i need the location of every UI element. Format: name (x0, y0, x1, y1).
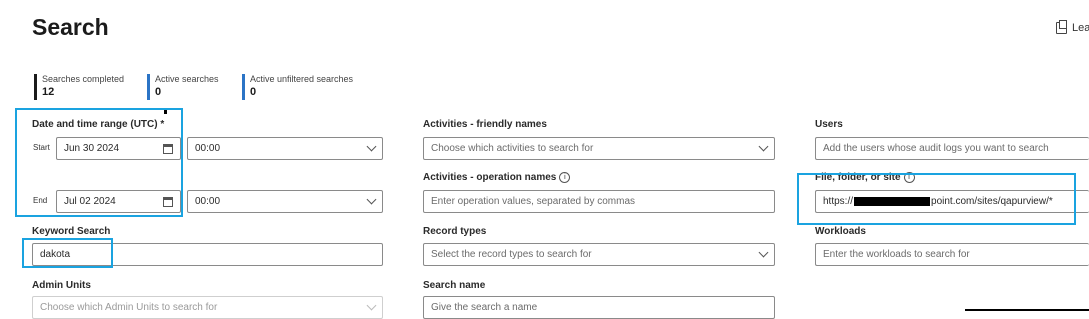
chevron-down-icon (366, 141, 377, 152)
record-types-select[interactable]: Select the record types to search for (423, 243, 775, 266)
end-time-value: 00:00 (195, 196, 221, 207)
stat-searches-completed: Searches completed 12 (34, 74, 124, 100)
activities-operation-label: Activities - operation names i (423, 172, 571, 184)
users-input[interactable]: Add the users whose audit logs you want … (815, 137, 1089, 160)
document-icon (1056, 20, 1067, 34)
stat-value: 0 (155, 86, 162, 98)
page-title: Search (32, 14, 109, 40)
leave-button-label: Lea (1072, 22, 1089, 34)
highlight-file-folder-site (797, 173, 1076, 225)
stat-label: Active searches (155, 74, 219, 84)
stat-active-searches: Active searches 0 (147, 74, 219, 100)
annotation-dot (164, 110, 167, 114)
keyword-search-label: Keyword Search (32, 226, 111, 237)
chevron-down-icon (366, 194, 377, 205)
activities-operation-label-text: Activities - operation names (423, 172, 557, 184)
stat-value: 0 (250, 86, 257, 98)
admin-units-label: Admin Units (32, 280, 91, 291)
highlight-keyword (22, 238, 113, 268)
record-types-label: Record types (423, 226, 487, 237)
chevron-down-icon (758, 141, 769, 152)
admin-units-placeholder: Choose which Admin Units to search for (40, 302, 218, 313)
workloads-label: Workloads (815, 226, 866, 237)
chevron-down-icon (758, 247, 769, 258)
stat-value: 12 (42, 86, 55, 98)
end-time-select[interactable]: 00:00 (187, 190, 383, 213)
leave-button[interactable]: Lea (1056, 20, 1089, 34)
stat-active-unfiltered-searches: Active unfiltered searches 0 (242, 74, 353, 100)
admin-units-select[interactable]: Choose which Admin Units to search for (32, 296, 383, 319)
activities-friendly-label: Activities - friendly names (423, 119, 547, 130)
annotation-underline (965, 309, 1089, 311)
search-name-placeholder: Give the search a name (431, 302, 538, 313)
stat-label: Searches completed (42, 74, 125, 84)
activities-operation-placeholder: Enter operation values, separated by com… (431, 196, 635, 207)
workloads-input[interactable]: Enter the workloads to search for (815, 243, 1089, 266)
start-time-value: 00:00 (195, 143, 221, 154)
users-label: Users (815, 119, 843, 130)
activities-friendly-placeholder: Choose which activities to search for (431, 143, 594, 154)
search-name-input[interactable]: Give the search a name (423, 296, 775, 319)
stat-label: Active unfiltered searches (250, 74, 354, 84)
workloads-placeholder: Enter the workloads to search for (823, 249, 970, 260)
highlight-date-range (15, 108, 183, 217)
activities-friendly-select[interactable]: Choose which activities to search for (423, 137, 775, 160)
activities-operation-input[interactable]: Enter operation values, separated by com… (423, 190, 775, 213)
chevron-down-icon (366, 300, 377, 311)
info-icon[interactable]: i (559, 172, 571, 183)
users-placeholder: Add the users whose audit logs you want … (823, 143, 1049, 154)
record-types-placeholder: Select the record types to search for (431, 249, 592, 260)
start-time-select[interactable]: 00:00 (187, 137, 383, 160)
search-name-label: Search name (423, 280, 486, 291)
